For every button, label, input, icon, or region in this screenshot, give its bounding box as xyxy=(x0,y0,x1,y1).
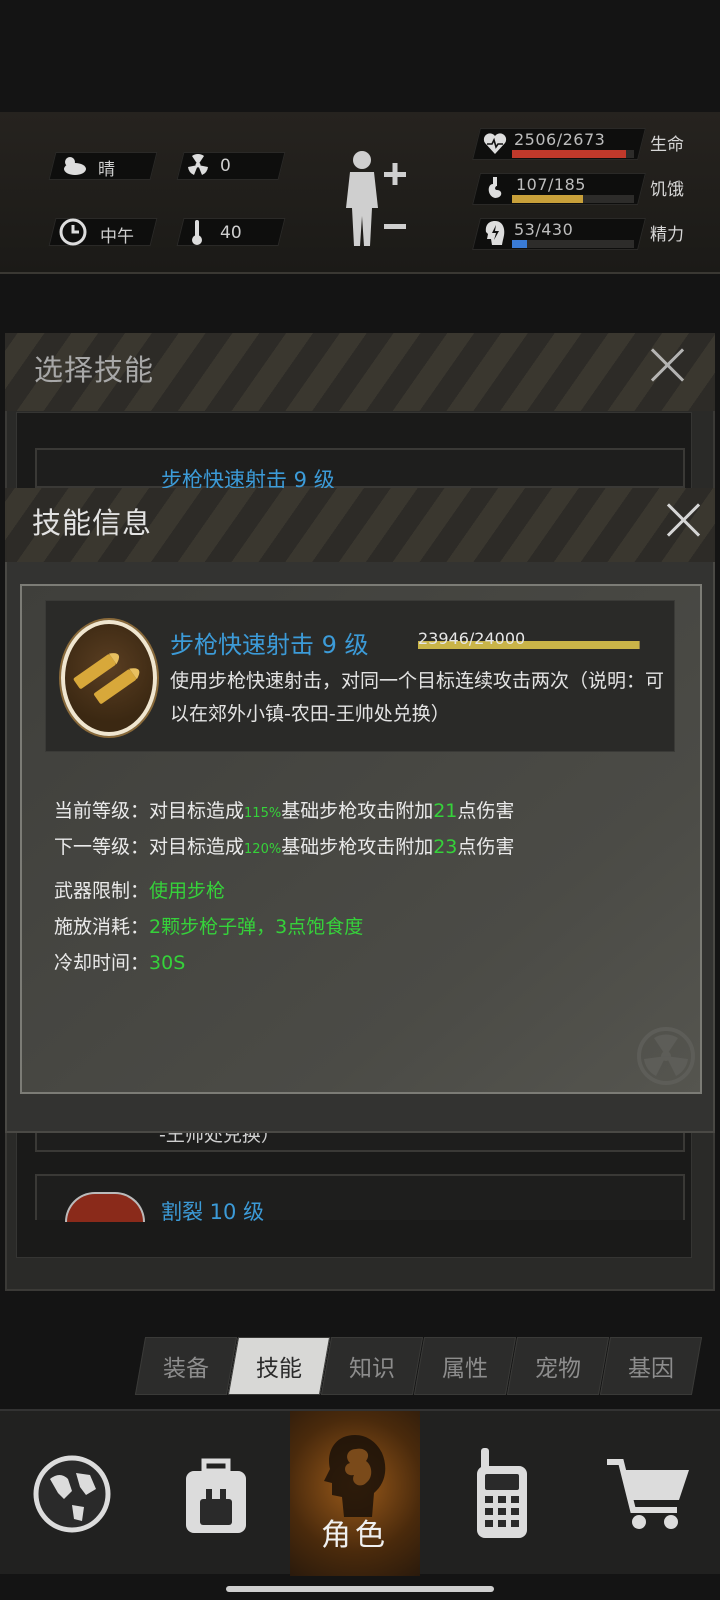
tab-label: 属性 xyxy=(442,1356,488,1382)
energy-bar xyxy=(512,240,634,248)
heart-rate-icon xyxy=(482,130,508,158)
radiation-icon xyxy=(184,150,212,180)
energy-label: 精力 xyxy=(650,225,684,245)
current-level-label: 当前等级： xyxy=(54,800,150,822)
next-level-line: 下一等级：对目标造成120%基础步枪攻击附加23点伤害 xyxy=(54,832,514,859)
next-level-mid: 基础步枪攻击附加 xyxy=(281,836,434,858)
backpack-icon xyxy=(186,1458,246,1533)
hunger-bar xyxy=(512,195,634,203)
skill-xp-text: 23946/24000 xyxy=(418,629,526,648)
globe-icon xyxy=(33,1455,111,1532)
cost-value: 2颗步枪子弹，3点饱食度 xyxy=(149,916,364,938)
cooldown-label: 冷却时间： xyxy=(54,952,150,974)
character-tabs: 装备 技能 知识 属性 宠物 基因 xyxy=(130,1337,710,1395)
current-level-pre: 对目标造成 xyxy=(149,800,245,822)
hunger-label: 饥饿 xyxy=(650,180,684,200)
select-skill-title: 选择技能 xyxy=(34,353,155,387)
health-bar xyxy=(512,150,634,158)
tab-label: 基因 xyxy=(628,1356,674,1382)
stomach-icon xyxy=(482,174,508,202)
cost-label: 施放消耗： xyxy=(54,916,150,938)
clock-icon xyxy=(58,216,88,248)
cost-line: 施放消耗：2颗步枪子弹，3点饱食度 xyxy=(54,912,363,939)
tab-label: 装备 xyxy=(163,1356,209,1382)
cooldown-value: 30S xyxy=(149,952,186,974)
nav-character-label: 角色 xyxy=(321,1518,389,1553)
skill-list-item-name: 割裂 10 级 xyxy=(161,1200,265,1224)
skill-description: 使用步枪快速射击，对同一个目标连续攻击两次（说明：可以在郊外小镇-农田-王帅处兑… xyxy=(170,670,665,725)
next-level-damage: 23 xyxy=(433,836,458,858)
current-level-line: 当前等级：对目标造成115%基础步枪攻击附加21点伤害 xyxy=(54,796,514,823)
character-head-icon xyxy=(324,1435,386,1517)
radiation-watermark-icon xyxy=(637,1027,695,1085)
tab-label: 技能 xyxy=(256,1356,302,1382)
weather-text: 晴 xyxy=(98,160,115,180)
radiation-value: 0 xyxy=(220,156,231,176)
thermometer-icon xyxy=(186,216,208,248)
select-skill-close-icon[interactable] xyxy=(650,347,686,383)
current-level-mid: 基础步枪攻击附加 xyxy=(281,800,434,822)
weapon-limit-line: 武器限制：使用步枪 xyxy=(54,876,225,903)
hunger-value: 107/185 xyxy=(516,175,586,194)
nav-character[interactable]: 角色 xyxy=(290,1411,420,1576)
time-of-day: 中午 xyxy=(100,227,134,247)
laceration-skill-icon xyxy=(65,1192,145,1222)
tab-skills[interactable]: 技能 xyxy=(227,1337,331,1395)
skill-list-item[interactable]: 步枪快速射击 9 级 xyxy=(35,448,685,492)
cart-icon xyxy=(607,1458,689,1529)
nav-map[interactable] xyxy=(0,1411,144,1576)
next-level-percent: 120% xyxy=(244,842,282,857)
skill-info-close-icon[interactable] xyxy=(666,502,702,538)
next-level-pre: 对目标造成 xyxy=(149,836,245,858)
current-level-damage: 21 xyxy=(433,800,458,822)
current-level-percent: 115% xyxy=(244,806,282,821)
tab-pets[interactable]: 宠物 xyxy=(506,1337,610,1395)
rifle-bullets-icon xyxy=(61,620,157,736)
next-level-label: 下一等级： xyxy=(54,836,150,858)
skill-name: 步枪快速射击 9 级 xyxy=(170,631,369,659)
current-level-post: 点伤害 xyxy=(457,800,515,822)
nav-backpack[interactable] xyxy=(144,1411,288,1576)
energy-value: 53/430 xyxy=(514,220,574,239)
home-indicator[interactable] xyxy=(226,1586,494,1592)
next-level-post: 点伤害 xyxy=(457,836,515,858)
weapon-limit-label: 武器限制： xyxy=(54,880,150,902)
skill-info-title: 技能信息 xyxy=(32,506,153,540)
tab-label: 宠物 xyxy=(535,1356,581,1382)
nav-radio[interactable] xyxy=(430,1411,574,1576)
tab-attributes[interactable]: 属性 xyxy=(413,1337,517,1395)
temperature-value: 40 xyxy=(220,223,242,243)
tab-knowledge[interactable]: 知识 xyxy=(320,1337,424,1395)
skill-list-item[interactable]: 割裂 10 级 xyxy=(35,1174,685,1224)
energy-head-icon xyxy=(482,218,508,248)
tab-equipment[interactable]: 装备 xyxy=(134,1337,238,1395)
health-value: 2506/2673 xyxy=(514,130,606,149)
weather-cloud-icon xyxy=(60,150,88,180)
tab-genes[interactable]: 基因 xyxy=(599,1337,703,1395)
cooldown-line: 冷却时间：30S xyxy=(54,948,185,975)
bottom-nav: 角色 xyxy=(0,1409,720,1576)
body-status-icon[interactable] xyxy=(340,146,410,250)
nav-shop[interactable] xyxy=(576,1411,720,1576)
radio-icon xyxy=(477,1447,527,1538)
status-header: 晴 0 中午 40 2506/2673 生命 107/185 饥饿 53/430 xyxy=(0,112,720,274)
tab-label: 知识 xyxy=(349,1356,395,1382)
health-label: 生命 xyxy=(650,135,684,155)
weapon-limit-value: 使用步枪 xyxy=(149,880,226,902)
